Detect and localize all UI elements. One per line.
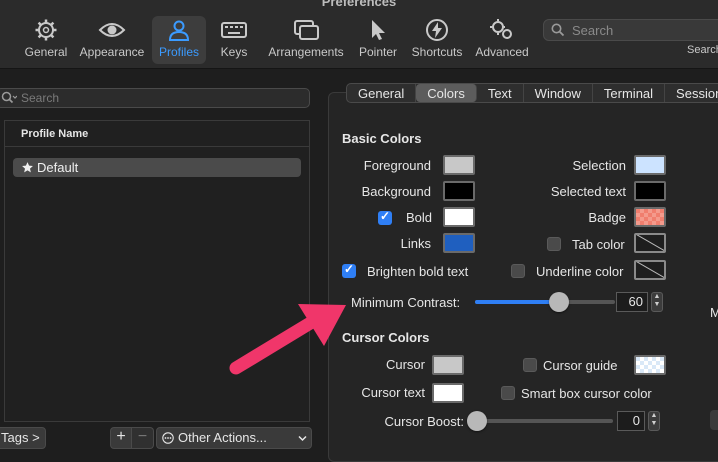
profile-search-field[interactable] <box>0 88 310 108</box>
selected-text-color-well[interactable] <box>634 181 666 201</box>
cursor-color-well[interactable] <box>432 355 464 375</box>
tab-colors[interactable]: Colors <box>416 84 477 102</box>
background-label: Background <box>361 184 431 199</box>
smart-box-cursor-checkbox[interactable] <box>501 386 515 400</box>
add-profile-button[interactable]: + <box>110 427 132 449</box>
minimum-contrast-slider[interactable] <box>475 292 615 312</box>
tab-terminal[interactable]: Terminal <box>593 84 666 102</box>
cursor-boost-stepper[interactable]: ▲ ▼ <box>648 411 660 431</box>
profile-name: Default <box>37 160 79 175</box>
toolbar-arrangements-label: Arrangements <box>268 45 344 59</box>
tab-session[interactable]: Session <box>665 84 718 102</box>
selection-label: Selection <box>572 158 626 173</box>
windows-icon <box>294 20 319 40</box>
tab-window[interactable]: Window <box>524 84 593 102</box>
toolbar-search-input[interactable] <box>570 22 718 39</box>
underline-color-well[interactable] <box>634 260 666 280</box>
bold-checkbox[interactable] <box>378 209 392 225</box>
tab-text[interactable]: Text <box>477 84 524 102</box>
cursor-boost-slider-knob[interactable] <box>467 411 487 431</box>
toolbar: Preferences General Appearance Profiles <box>0 0 718 69</box>
toolbar-pointer-button[interactable]: Pointer <box>354 16 402 64</box>
cutoff-control[interactable] <box>710 410 718 430</box>
foreground-color-well[interactable] <box>443 155 475 175</box>
star-icon <box>22 162 33 173</box>
basic-colors-title: Basic Colors <box>342 131 422 146</box>
cursor-boost-label: Cursor Boost: <box>384 414 464 429</box>
profile-name-header-label: Profile Name <box>21 128 89 140</box>
badge-label: Badge <box>588 210 626 225</box>
tab-color-checkbox[interactable] <box>547 237 561 251</box>
toolbar-appearance-button[interactable]: Appearance <box>78 16 146 64</box>
cursor-text-color-well[interactable] <box>432 383 464 403</box>
person-icon <box>168 20 190 41</box>
keyboard-icon <box>221 22 247 38</box>
settings-tabbar: General Colors Text Window Terminal Sess… <box>346 83 718 103</box>
toolbar-keys-label: Keys <box>220 45 248 59</box>
cursor-guide-label: Cursor guide <box>543 358 618 373</box>
toolbar-appearance-label: Appearance <box>79 45 145 59</box>
selection-color-well[interactable] <box>634 155 666 175</box>
cursor-boost-value[interactable]: 0 <box>617 411 645 431</box>
tab-general[interactable]: General <box>347 84 417 102</box>
search-icon <box>1 91 17 104</box>
toolbar-profiles-label: Profiles <box>158 45 199 59</box>
tab-color-well[interactable] <box>634 233 666 253</box>
bold-color-well[interactable] <box>443 207 475 227</box>
toolbar-search-label: Search <box>687 44 718 56</box>
search-icon <box>551 23 565 37</box>
toolbar-advanced-button[interactable]: Advanced <box>472 16 532 64</box>
minimum-contrast-stepper[interactable]: ▲ ▼ <box>651 292 663 312</box>
minimum-contrast-label: Minimum Contrast: <box>351 295 461 310</box>
badge-color-well[interactable] <box>634 207 666 227</box>
window-title: Preferences <box>321 0 397 9</box>
profile-row-default[interactable]: Default <box>13 158 301 177</box>
profile-name-column-header[interactable]: Profile Name <box>5 121 309 147</box>
underline-color-checkbox[interactable] <box>511 264 525 278</box>
cursor-guide-checkbox[interactable] <box>523 358 537 372</box>
selected-text-label: Selected text <box>550 184 626 199</box>
smart-box-cursor-label: Smart box cursor color <box>521 386 652 401</box>
links-color-well[interactable] <box>443 233 475 253</box>
minimum-contrast-value[interactable]: 60 <box>616 292 648 312</box>
toolbar-search-field[interactable] <box>543 19 718 41</box>
profile-search-input[interactable] <box>19 90 303 106</box>
cursor-guide-color-well[interactable] <box>634 355 666 375</box>
tab-color-label: Tab color <box>572 237 625 252</box>
cursor-boost-slider[interactable] <box>467 411 613 431</box>
toolbar-shortcuts-button[interactable]: Shortcuts <box>406 16 468 64</box>
toolbar-arrangements-button[interactable]: Arrangements <box>264 16 348 64</box>
links-label: Links <box>400 236 431 251</box>
background-color-well[interactable] <box>443 181 475 201</box>
chevron-down-icon <box>298 435 307 442</box>
ellipsis-circle-icon <box>162 432 174 444</box>
cutoff-label: M <box>710 305 718 320</box>
toolbar-shortcuts-label: Shortcuts <box>411 45 463 59</box>
underline-color-label: Underline color <box>536 264 624 279</box>
toolbar-profiles-button[interactable]: Profiles <box>152 16 206 64</box>
toolbar-general-button[interactable]: General <box>18 16 74 64</box>
gear-icon <box>35 19 57 41</box>
pointer-icon <box>372 20 385 40</box>
eye-icon <box>98 23 126 37</box>
toolbar-keys-button[interactable]: Keys <box>212 16 256 64</box>
bold-label: Bold <box>406 210 433 225</box>
foreground-label: Foreground <box>363 158 431 173</box>
toolbar-advanced-label: Advanced <box>475 45 529 59</box>
remove-profile-button[interactable]: − <box>132 427 154 449</box>
tags-button[interactable]: Tags > <box>0 427 46 449</box>
brighten-bold-label: Brighten bold text <box>367 264 469 279</box>
minimum-contrast-slider-knob[interactable] <box>549 292 569 312</box>
toolbar-general-label: General <box>24 45 68 59</box>
other-actions-label: Other Actions... <box>178 430 267 445</box>
other-actions-dropdown[interactable]: Other Actions... <box>156 427 312 449</box>
toolbar-pointer-label: Pointer <box>358 45 398 59</box>
annotation-arrow-icon <box>229 304 346 375</box>
brighten-bold-checkbox[interactable] <box>342 262 356 278</box>
bolt-icon <box>426 19 448 41</box>
minimum-contrast-slider-fill <box>475 300 559 304</box>
gears-icon <box>490 19 512 39</box>
